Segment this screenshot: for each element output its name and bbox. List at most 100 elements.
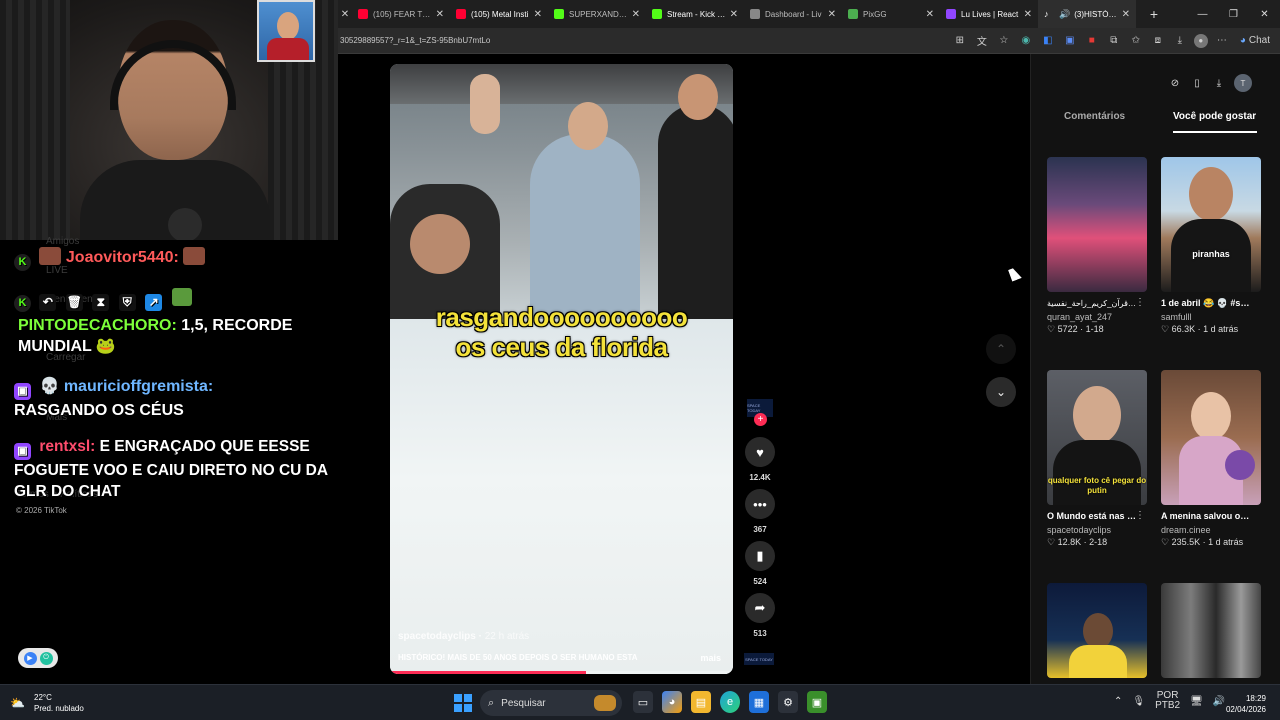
- task-view-icon[interactable]: ▭: [633, 691, 653, 713]
- extension-icon[interactable]: ■: [1084, 33, 1100, 49]
- close-tab-icon[interactable]: ✕: [632, 9, 640, 20]
- arrow-badge-icon: ↗: [145, 294, 163, 311]
- new-tab-button[interactable]: +: [1142, 0, 1166, 28]
- share-icon[interactable]: ➦: [745, 593, 775, 623]
- shield-badge-icon: ⛨: [118, 294, 136, 311]
- browser-tab[interactable]: Stream - Kick Da ✕: [646, 0, 744, 28]
- microphone: [168, 208, 202, 240]
- ghost-nav-item: Amigos: [46, 236, 80, 247]
- more-options-icon[interactable]: ⋮: [1135, 510, 1145, 521]
- close-tab-icon[interactable]: ✕: [338, 0, 352, 28]
- suggested-video-card[interactable]: qualquer foto cê pegar do putin O Mundo …: [1047, 370, 1147, 548]
- compass-icon[interactable]: ⊘: [1168, 76, 1182, 90]
- taskbar-search[interactable]: ⌕ Pesquisar: [480, 690, 622, 716]
- card-title: A menina salvou o homem que viu e...: [1161, 511, 1251, 521]
- browser-tab-active[interactable]: ♪ 🔊 (3)HISTÓRIC ✕: [1038, 0, 1136, 28]
- user-avatar[interactable]: T: [1234, 74, 1252, 92]
- extension-icon[interactable]: ◧: [1040, 33, 1056, 49]
- tab-comments[interactable]: Comentários: [1064, 111, 1125, 122]
- more-menu-icon[interactable]: ⋯: [1214, 33, 1230, 49]
- microphone-icon[interactable]: 🎙: [1132, 696, 1145, 707]
- weather-widget[interactable]: ⛅ 22°C Pred. nublado: [10, 692, 84, 714]
- tab-suggested[interactable]: Você pode gostar: [1173, 111, 1256, 122]
- trash-badge-icon: 🗑: [65, 294, 83, 311]
- show-hidden-icons[interactable]: ⌃: [1114, 696, 1122, 707]
- video-thumbnail: [1161, 583, 1261, 678]
- overlay-pill[interactable]: ▶ ⏻: [18, 648, 58, 668]
- video-thumbnail: [1047, 583, 1147, 678]
- comment-icon[interactable]: •••: [745, 489, 775, 519]
- follow-button[interactable]: +: [754, 413, 767, 426]
- suggested-video-card[interactable]: [1047, 583, 1147, 678]
- start-windows-icon[interactable]: [454, 694, 472, 712]
- video-progress-bar[interactable]: [390, 671, 733, 674]
- browser-tab[interactable]: Dashboard - Liv ✕: [744, 0, 842, 28]
- profile-avatar[interactable]: ●: [1193, 33, 1208, 48]
- favorites-icon[interactable]: ✩: [1128, 33, 1144, 49]
- browser-tab[interactable]: SUPERXANDAO ✕: [548, 0, 646, 28]
- close-tab-icon[interactable]: ✕: [436, 9, 444, 20]
- device-icon[interactable]: ▯: [1190, 76, 1204, 90]
- close-tab-icon[interactable]: ✕: [534, 9, 542, 20]
- translate-icon[interactable]: 文: [974, 33, 990, 49]
- favorite-star-icon[interactable]: ☆: [996, 33, 1012, 49]
- twitch-icon: ▣: [14, 383, 31, 400]
- edge-browser-icon[interactable]: e: [720, 691, 740, 713]
- close-tab-icon[interactable]: ✕: [730, 9, 738, 20]
- close-tab-icon[interactable]: ✕: [1024, 9, 1032, 20]
- suggested-video-card[interactable]: [1161, 583, 1261, 678]
- extension-icon[interactable]: ▣: [1062, 33, 1078, 49]
- video-author[interactable]: spacetodayclips: [398, 631, 476, 642]
- maximize-button[interactable]: ❐: [1218, 0, 1249, 28]
- more-options-icon[interactable]: ⋮: [1135, 297, 1145, 308]
- like-count: 12.4K: [749, 473, 771, 482]
- previous-video-button[interactable]: ⌃: [986, 334, 1016, 364]
- share-count: 513: [753, 629, 767, 638]
- download-icon[interactable]: ⤓: [1172, 33, 1188, 49]
- system-clock[interactable]: 18:29 02/04/2026: [1226, 693, 1266, 715]
- browser-tab[interactable]: (105) Metal Insti ✕: [450, 0, 548, 28]
- video-thumbnail: [1047, 157, 1147, 292]
- next-video-button[interactable]: ⌄: [986, 377, 1016, 407]
- video-player[interactable]: rasgandoooooooooo os ceus da florida spa…: [390, 64, 733, 674]
- browser-tab[interactable]: PixGG ✕: [842, 0, 940, 28]
- collections-icon[interactable]: ⧈: [1150, 33, 1166, 49]
- chat-message: K ↶ 🗑 ⧗ ⛨ ↗: [14, 288, 334, 312]
- suggested-video-card[interactable]: piranhas 1 de abril 😂 💀 #samfull #mentir…: [1161, 157, 1261, 335]
- close-tab-icon[interactable]: ✕: [828, 9, 836, 20]
- network-icon[interactable]: 🖥: [1190, 696, 1203, 707]
- minimize-button[interactable]: —: [1187, 0, 1218, 28]
- more-link[interactable]: mais: [700, 653, 721, 663]
- browser-tab[interactable]: (105) FEAR THE ✕: [352, 0, 450, 28]
- close-tab-icon[interactable]: ✕: [926, 9, 934, 20]
- clock-date: 02/04/2026: [1225, 705, 1266, 714]
- extension-icon[interactable]: ◉: [1018, 33, 1034, 49]
- volume-icon[interactable]: 🔊: [1213, 696, 1225, 707]
- copilot-chat-button[interactable]: ◕ Chat: [1236, 33, 1274, 49]
- music-disc-icon[interactable]: SPACE TODAY: [744, 653, 774, 665]
- obs-app-icon[interactable]: ▣: [807, 691, 827, 713]
- reply-badge-icon: ↶: [39, 294, 57, 311]
- language-indicator[interactable]: POR PTB2: [1155, 691, 1180, 711]
- close-tab-icon[interactable]: ✕: [1122, 9, 1130, 20]
- browser-tab[interactable]: Lu Lives | React ✕: [940, 0, 1038, 28]
- copilot-icon[interactable]: ◕: [662, 691, 682, 713]
- suggested-video-card[interactable]: الحمد لله #المنشاوي #قرآن_كريم_راحة_نفسي…: [1047, 157, 1147, 335]
- card-stats: ♡ 12.8K · 2-18: [1047, 537, 1108, 547]
- download-icon[interactable]: ⤓: [1212, 76, 1226, 90]
- speaker-icon: 🔊: [1059, 8, 1071, 19]
- settings-gear-icon[interactable]: ⚙: [778, 691, 798, 713]
- url-field[interactable]: 30529889557?_r=1&_t=ZS-95BnbU7mtLo: [338, 36, 952, 45]
- frog-emote-icon: [171, 288, 192, 306]
- chat-message: PINTODECACHORO: 1,5, RECORDE MUNDIAL 🐸: [18, 315, 338, 357]
- file-explorer-icon[interactable]: ▤: [691, 691, 711, 713]
- photos-app-icon[interactable]: ▦: [749, 691, 769, 713]
- suggested-video-card[interactable]: A menina salvou o homem que viu e... dre…: [1161, 370, 1261, 548]
- bookmark-icon[interactable]: ▮: [745, 541, 775, 571]
- heart-icon[interactable]: ♥: [745, 437, 775, 467]
- close-window-button[interactable]: ✕: [1249, 0, 1280, 28]
- extensions-puzzle-icon[interactable]: ⧉: [1106, 33, 1122, 49]
- clock-time: 18:29: [1245, 694, 1266, 703]
- app-view-icon[interactable]: ⊞: [952, 33, 968, 49]
- chat-text: RASGANDO OS CÉUS: [14, 402, 184, 419]
